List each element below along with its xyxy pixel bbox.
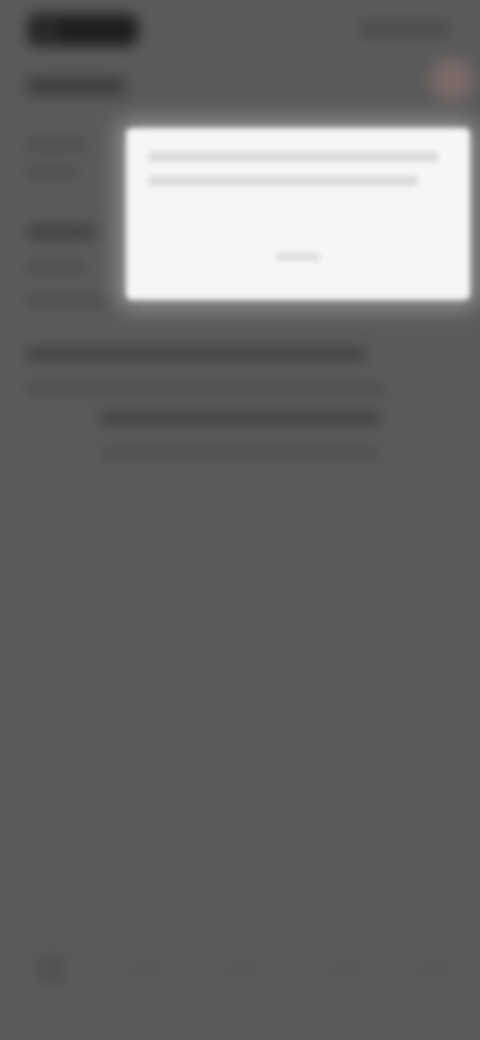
nav-item[interactable] — [130, 964, 160, 974]
screen — [0, 0, 480, 1040]
dialog-ok-button[interactable] — [276, 253, 320, 261]
content-line — [26, 140, 86, 150]
content-line — [26, 168, 78, 178]
nav-item[interactable] — [226, 964, 256, 974]
bottom-navigation — [0, 950, 480, 990]
content-line — [26, 348, 366, 360]
status-indicators — [360, 22, 450, 36]
avatar-icon[interactable] — [430, 58, 474, 102]
alert-dialog — [126, 128, 470, 300]
page-title — [26, 76, 126, 96]
section-heading — [26, 226, 96, 238]
logo-mark-icon — [34, 18, 60, 44]
dialog-text-line — [148, 152, 438, 162]
dialog-message — [148, 152, 448, 200]
content-line — [100, 448, 380, 458]
content-line — [26, 296, 106, 306]
home-icon[interactable] — [36, 954, 66, 984]
dialog-text-line — [148, 176, 418, 186]
nav-item[interactable] — [330, 964, 360, 974]
nav-item[interactable] — [418, 964, 448, 974]
status-bar — [0, 0, 480, 60]
content-line — [100, 412, 380, 424]
content-line — [26, 262, 86, 272]
content-line — [26, 384, 386, 394]
